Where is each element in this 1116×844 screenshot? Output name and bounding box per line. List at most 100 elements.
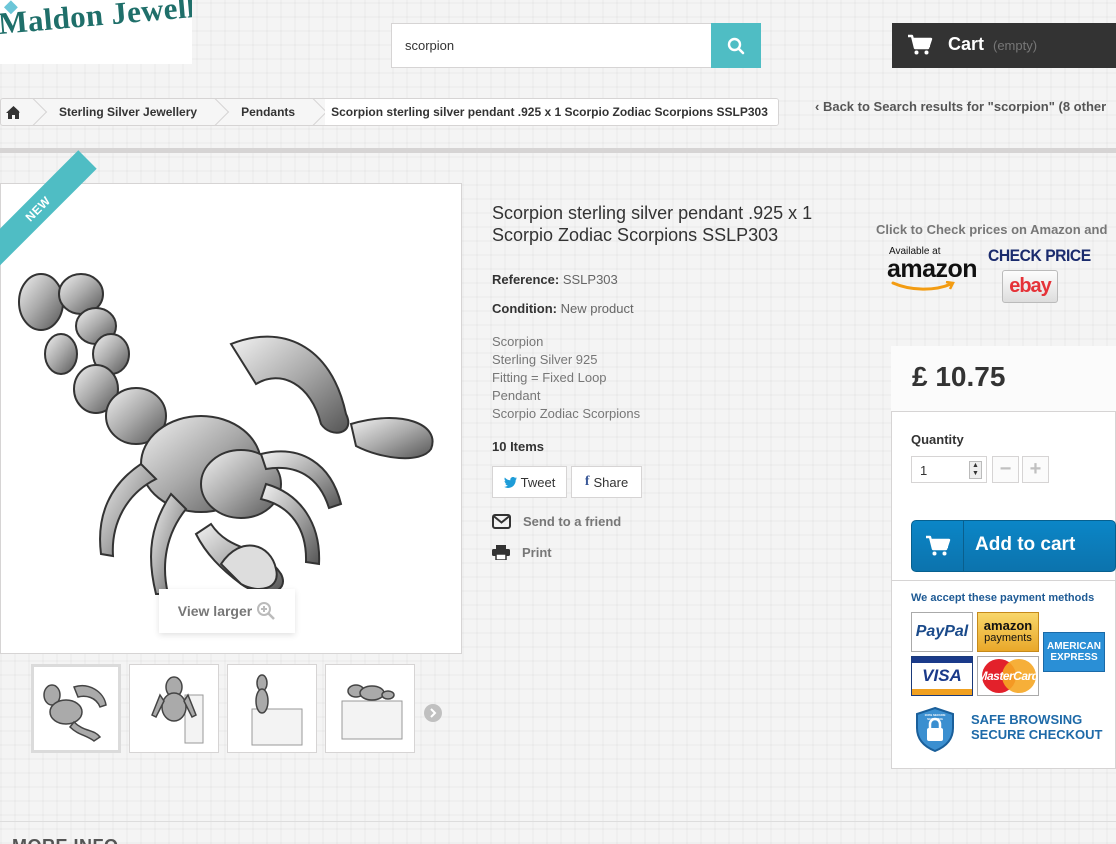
search-input[interactable] xyxy=(392,24,712,67)
amazon-check-price-link[interactable]: Available at amazon xyxy=(887,246,978,302)
breadcrumb-item-sterling-silver[interactable]: Sterling Silver Jewellery xyxy=(45,99,211,125)
breadcrumb-current: Scorpion sterling silver pendant .925 x … xyxy=(325,99,778,125)
back-link-label: Back to Search results for "scorpion" (8… xyxy=(822,99,1107,114)
add-to-cart-label: Add to cart xyxy=(975,534,1076,555)
amazon-payments-logo: amazon payments xyxy=(977,612,1039,652)
facebook-share-button[interactable]: f Share xyxy=(571,466,642,498)
product-price: £ 10.75 xyxy=(912,361,1006,392)
breadcrumb-separator xyxy=(309,99,325,125)
amazon-payments-text: amazon xyxy=(983,618,1033,633)
search-button[interactable] xyxy=(711,23,761,68)
condition-row: Condition: New product xyxy=(492,301,634,316)
send-to-friend-link[interactable]: Send to a friend xyxy=(492,514,621,529)
thumbnail-image xyxy=(251,674,303,746)
breadcrumb: Sterling Silver Jewellery Pendants Scorp… xyxy=(0,98,779,126)
search-bar xyxy=(391,23,761,68)
scorpion-pendant-image xyxy=(18,273,434,595)
amazon-wordmark: amazon xyxy=(887,255,978,283)
cart-status: (empty) xyxy=(993,38,1038,53)
printer-icon xyxy=(492,545,510,560)
quantity-decrease-button[interactable]: − xyxy=(992,456,1019,483)
secure-checkout-label: SECURE CHECKOUT xyxy=(971,727,1103,742)
minus-icon: − xyxy=(999,458,1012,480)
product-thumbnail[interactable] xyxy=(31,664,121,753)
reference-value: SSLP303 xyxy=(562,272,618,287)
description-line: Pendant xyxy=(492,388,541,403)
thumbnails-next-button[interactable] xyxy=(424,704,442,722)
thumbnail-image xyxy=(151,676,204,744)
amazon-payments-subtext: payments xyxy=(984,632,1032,644)
cart-icon xyxy=(908,34,933,55)
reference-row: Reference: SSLP303 xyxy=(492,272,618,287)
more-info-heading: MORE INFO xyxy=(12,836,119,844)
facebook-icon: f xyxy=(584,474,590,489)
thumbnail-image xyxy=(341,684,403,740)
breadcrumb-item-pendants[interactable]: Pendants xyxy=(227,99,309,125)
ebay-check-price-link[interactable]: CHECK PRICE ebay xyxy=(988,246,1091,306)
twitter-icon xyxy=(503,476,517,488)
store-logo[interactable]: ◆ Maldon Jewellery xyxy=(0,0,192,64)
ebay-tag: ebay xyxy=(1002,270,1058,303)
tweet-button[interactable]: Tweet xyxy=(492,466,567,498)
cart-button[interactable]: Cart (empty) xyxy=(892,23,1116,68)
section-divider xyxy=(0,821,1116,822)
plus-icon: + xyxy=(1029,458,1042,480)
american-express-logo: AMERICAN EXPRESS xyxy=(1043,632,1105,672)
items-count: 10 Items xyxy=(492,439,545,454)
chevron-right-icon xyxy=(430,708,437,718)
mastercard-text: MasterCard xyxy=(977,669,1039,683)
safe-browsing-label: SAFE BROWSING xyxy=(971,712,1083,727)
mastercard-logo: MasterCard xyxy=(977,656,1039,696)
share-label: Share xyxy=(593,474,629,490)
quantity-spinner[interactable]: ▲ ▼ xyxy=(969,461,982,479)
envelope-icon xyxy=(492,514,511,529)
quantity-label: Quantity xyxy=(911,432,964,447)
chevron-left-icon: ‹ xyxy=(815,99,823,114)
paypal-text: PayPal xyxy=(915,623,969,640)
print-label: Print xyxy=(522,544,552,560)
thumbnail-image xyxy=(43,684,107,742)
description-line: Scorpio Zodiac Scorpions xyxy=(492,406,641,421)
amex-text: AMERICAN xyxy=(1047,641,1101,652)
view-larger-button[interactable]: View larger xyxy=(159,589,295,633)
logo-text: Maldon Jewellery xyxy=(0,0,192,42)
product-title: Scorpion sterling silver pendant .925 x … xyxy=(492,203,813,245)
back-to-search-link[interactable]: ‹ Back to Search results for "scorpion" … xyxy=(815,99,1106,114)
product-thumbnail[interactable] xyxy=(325,664,415,753)
zoom-in-icon xyxy=(257,602,276,620)
breadcrumb-separator xyxy=(29,99,45,125)
add-to-cart-icon-area xyxy=(912,521,964,571)
quantity-input[interactable]: 1 ▲ ▼ xyxy=(911,456,987,483)
add-to-cart-button[interactable]: Add to cart xyxy=(911,520,1116,572)
check-prices-text: Click to Check prices on Amazon and xyxy=(876,222,1108,237)
secure-badge-text: 100% SECURE SHOPPING xyxy=(924,713,946,721)
description-line: Fitting = Fixed Loop xyxy=(492,370,607,385)
condition-value: New product xyxy=(560,301,634,316)
amex-subtext: EXPRESS xyxy=(1050,652,1098,663)
breadcrumb-separator xyxy=(211,99,227,125)
condition-label: Condition: xyxy=(492,301,557,316)
product-image-panel[interactable] xyxy=(0,183,462,654)
paypal-logo: PayPal xyxy=(911,612,973,652)
tweet-label: Tweet xyxy=(520,474,556,490)
visa-logo: VISA xyxy=(911,656,973,696)
cart-icon xyxy=(925,535,950,556)
header-divider xyxy=(0,148,1116,153)
product-thumbnail[interactable] xyxy=(129,664,219,753)
description-line: Sterling Silver 925 xyxy=(492,352,598,367)
ebay-wordmark: ebay xyxy=(1009,275,1052,297)
reference-label: Reference: xyxy=(492,272,560,287)
view-larger-label: View larger xyxy=(177,603,253,619)
quantity-increase-button[interactable]: + xyxy=(1022,456,1049,483)
product-thumbnail[interactable] xyxy=(227,664,317,753)
description-line: Scorpion xyxy=(492,334,544,349)
payment-divider xyxy=(891,580,1116,581)
payment-methods-title: We accept these payment methods xyxy=(911,592,1095,604)
cart-label: Cart xyxy=(948,34,985,54)
search-icon xyxy=(727,37,745,54)
quantity-value: 1 xyxy=(920,463,928,478)
send-to-friend-label: Send to a friend xyxy=(523,514,622,529)
print-link[interactable]: Print xyxy=(492,544,552,560)
secure-shopping-badge: 100% SECURE SHOPPING xyxy=(913,706,957,753)
check-price-label: CHECK PRICE xyxy=(988,246,1091,265)
